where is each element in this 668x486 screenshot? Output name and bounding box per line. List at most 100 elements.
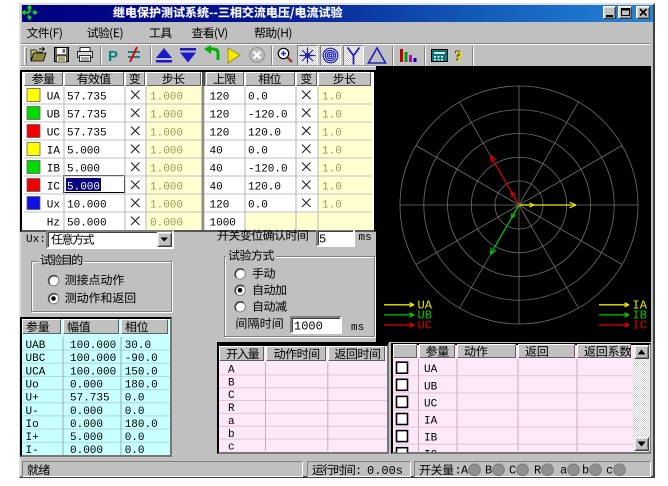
- svg-text:UB: UB: [47, 110, 61, 122]
- svg-text:Io: Io: [26, 419, 39, 431]
- svg-text:b: b: [582, 464, 589, 478]
- svg-text:C: C: [509, 464, 516, 478]
- svg-text:5.000: 5.000: [67, 146, 100, 158]
- svg-text:120.0: 120.0: [248, 182, 281, 194]
- svg-text:0.0: 0.0: [248, 146, 268, 158]
- svg-text:Uo: Uo: [26, 379, 39, 391]
- svg-text:IC: IC: [47, 182, 61, 194]
- svg-text:1.0: 1.0: [322, 110, 342, 122]
- svg-text:0.000: 0.000: [70, 445, 103, 457]
- svg-text:57.735: 57.735: [67, 92, 107, 104]
- svg-text:Ux: Ux: [47, 200, 61, 212]
- svg-text:P: P: [108, 48, 118, 65]
- svg-text:0.00s: 0.00s: [367, 464, 403, 478]
- svg-text:-120.0: -120.0: [248, 110, 288, 122]
- svg-text:1.000: 1.000: [150, 92, 183, 104]
- svg-text:40: 40: [210, 146, 223, 158]
- svg-text:UB: UB: [424, 381, 438, 393]
- svg-text:-120.0: -120.0: [248, 164, 288, 176]
- svg-text:Ux:: Ux:: [26, 234, 46, 246]
- svg-text:UA: UA: [47, 92, 61, 104]
- svg-text:0.000: 0.000: [70, 379, 103, 391]
- svg-text:b: b: [228, 429, 235, 441]
- svg-text:I+: I+: [26, 432, 39, 444]
- svg-text:5.000: 5.000: [70, 432, 103, 444]
- svg-text:150.0: 150.0: [125, 366, 158, 378]
- svg-text:a: a: [228, 416, 235, 428]
- svg-text:0.000: 0.000: [70, 406, 103, 418]
- svg-text:0.0: 0.0: [125, 393, 145, 405]
- svg-text:?: ?: [455, 49, 463, 66]
- svg-text:R: R: [534, 464, 541, 478]
- svg-text:0.000: 0.000: [150, 218, 183, 230]
- svg-text:UCA: UCA: [26, 366, 46, 378]
- svg-text:30.0: 30.0: [125, 340, 151, 352]
- svg-text:1.0: 1.0: [322, 128, 342, 140]
- svg-text:B: B: [228, 377, 235, 389]
- svg-text:120: 120: [210, 128, 230, 140]
- svg-text:1.000: 1.000: [150, 200, 183, 212]
- svg-text:UC: UC: [418, 319, 432, 333]
- svg-text:100.000: 100.000: [70, 366, 116, 378]
- svg-text:IB: IB: [424, 433, 438, 445]
- svg-text:1.000: 1.000: [150, 146, 183, 158]
- svg-text:120: 120: [210, 110, 230, 122]
- svg-text:R: R: [228, 403, 235, 415]
- svg-text:0.0: 0.0: [125, 406, 145, 418]
- svg-text:1.000: 1.000: [150, 110, 183, 122]
- svg-text:5.000: 5.000: [67, 164, 100, 176]
- svg-text:120: 120: [210, 200, 230, 212]
- svg-text:1.000: 1.000: [150, 182, 183, 194]
- svg-text:a: a: [560, 464, 567, 478]
- svg-text:50.000: 50.000: [67, 218, 107, 230]
- svg-text:180.0: 180.0: [125, 379, 158, 391]
- svg-text:Hz: Hz: [47, 218, 60, 230]
- svg-text:1.0: 1.0: [322, 146, 342, 158]
- svg-text:120: 120: [210, 92, 230, 104]
- svg-text:40: 40: [210, 182, 223, 194]
- svg-text:-90.0: -90.0: [125, 353, 158, 365]
- svg-text:IB: IB: [47, 164, 61, 176]
- svg-text:57.735: 57.735: [67, 128, 107, 140]
- svg-text:UAB: UAB: [26, 340, 46, 352]
- svg-text:c: c: [228, 442, 235, 454]
- svg-text:U-: U-: [26, 406, 39, 418]
- svg-text:IA: IA: [47, 146, 61, 158]
- svg-text:1000: 1000: [294, 320, 323, 334]
- svg-text:180.0: 180.0: [125, 419, 158, 431]
- svg-text:UA: UA: [424, 364, 438, 376]
- svg-text:5: 5: [319, 233, 326, 247]
- svg-text:120.0: 120.0: [248, 128, 281, 140]
- svg-text:40: 40: [210, 164, 223, 176]
- svg-text:0.0: 0.0: [248, 92, 268, 104]
- svg-text:10.000: 10.000: [67, 200, 107, 212]
- svg-text:A: A: [228, 365, 235, 377]
- svg-text:UC: UC: [424, 398, 438, 410]
- svg-text:1.0: 1.0: [322, 182, 342, 194]
- svg-text:100.000: 100.000: [70, 340, 116, 352]
- svg-text:B: B: [485, 464, 492, 478]
- svg-text:0.0: 0.0: [125, 432, 145, 444]
- svg-text:1.000: 1.000: [150, 164, 183, 176]
- svg-text:ms: ms: [359, 232, 372, 244]
- svg-text:UC: UC: [47, 128, 61, 140]
- svg-text:1.0: 1.0: [322, 92, 342, 104]
- svg-text:U+: U+: [26, 393, 39, 405]
- svg-text:57.735: 57.735: [70, 393, 110, 405]
- svg-text:C: C: [228, 390, 235, 402]
- svg-text:5.000: 5.000: [67, 182, 100, 194]
- svg-text:100.000: 100.000: [70, 353, 116, 365]
- svg-text:ms: ms: [351, 322, 364, 334]
- svg-text:1.0: 1.0: [322, 200, 342, 212]
- svg-text:0.0: 0.0: [248, 200, 268, 212]
- svg-text:1000: 1000: [210, 218, 236, 230]
- svg-text:A: A: [461, 464, 469, 478]
- svg-text:c: c: [606, 464, 613, 478]
- svg-text:IC: IC: [424, 450, 438, 462]
- svg-text:IA: IA: [424, 416, 438, 428]
- svg-text:UBC: UBC: [26, 353, 46, 365]
- svg-text:I-: I-: [26, 445, 39, 457]
- svg-text::: :: [355, 464, 362, 478]
- svg-text:1.0: 1.0: [322, 164, 342, 176]
- svg-text:0.000: 0.000: [70, 419, 103, 431]
